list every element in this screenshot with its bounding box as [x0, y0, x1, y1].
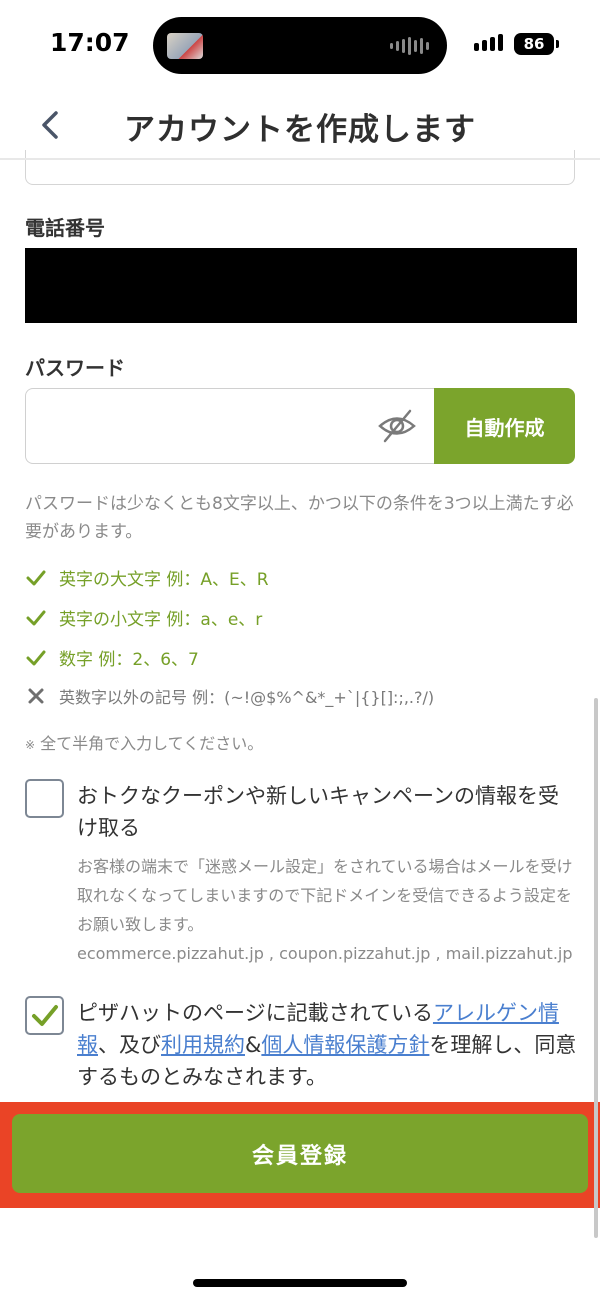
- allowed-domains: ecommerce.pizzahut.jp , coupon.pizzahut.…: [77, 944, 573, 963]
- password-hint: パスワードは少なくとも8文字以上、かつ以下の条件を3つ以上満たす必要があります。: [25, 494, 574, 542]
- note-mark: ※: [25, 738, 36, 752]
- agreement-text-mid2: &: [245, 1033, 262, 1057]
- rule-symbol: 英数字以外の記号 例：(~!@$%^&*_+`|{}[]:;,.?/): [25, 684, 434, 708]
- audio-waveform-icon: [390, 37, 429, 55]
- checkmark-icon: [32, 1005, 58, 1026]
- app-header: アカウントを作成します: [0, 90, 600, 160]
- rule-uppercase: 英字の大文字 例：A、E、R: [25, 565, 269, 590]
- scrollbar[interactable]: [594, 698, 598, 1238]
- password-label: パスワード: [25, 356, 125, 380]
- checkmark-icon: [25, 607, 47, 629]
- battery-cap: [556, 40, 559, 48]
- phone-input-redacted[interactable]: [25, 248, 577, 323]
- register-button[interactable]: 会員登録: [12, 1114, 588, 1193]
- spam-filter-text: お客様の端末で「迷惑メール設定」をされている場合はメールを受け取れなくなってしま…: [77, 857, 573, 934]
- terms-of-use-link[interactable]: 利用規約: [161, 1033, 245, 1057]
- status-bar: 17:07 86: [0, 0, 600, 90]
- header-divider: [0, 158, 600, 160]
- password-input[interactable]: [25, 388, 437, 464]
- agreement-text: ピザハットのページに記載されているアレルゲン情報、及び利用規約&個人情報保護方針…: [77, 997, 577, 1093]
- password-field-group: 自動作成: [25, 388, 575, 464]
- phone-label: 電話番号: [25, 216, 105, 240]
- halfwidth-note: ※ 全て半角で入力してください。: [25, 730, 263, 754]
- agreement-text-mid1: 、及び: [98, 1033, 161, 1057]
- cross-icon: [25, 685, 47, 707]
- cellular-signal-icon: [474, 34, 503, 51]
- page-title: アカウントを作成します: [124, 112, 476, 148]
- rule-text: 数字 例：2、6、7: [59, 650, 199, 670]
- agreement-text-before: ピザハットのページに記載されている: [77, 1001, 433, 1025]
- checkmark-icon: [25, 567, 47, 589]
- rule-text: 英数字以外の記号 例：(~!@$%^&*_+`|{}[]:;,.?/): [59, 688, 435, 707]
- status-time: 17:07: [50, 28, 130, 57]
- rule-lowercase: 英字の小文字 例：a、e、r: [25, 605, 262, 630]
- checkmark-icon: [25, 647, 47, 669]
- agreement-checkbox[interactable]: [25, 996, 64, 1035]
- rule-text: 英字の大文字 例：A、E、R: [59, 570, 269, 590]
- home-indicator[interactable]: [193, 1279, 407, 1287]
- battery-icon: 86: [514, 33, 554, 55]
- note-text: 全て半角で入力してください。: [40, 734, 264, 753]
- coupon-opt-in-label[interactable]: おトクなクーポンや新しいキャンペーンの情報を受け取る: [77, 780, 577, 844]
- eye-off-icon[interactable]: [377, 408, 417, 444]
- dynamic-island: [153, 17, 447, 74]
- rule-text: 英字の小文字 例：a、e、r: [59, 610, 263, 630]
- coupon-opt-in-checkbox[interactable]: [25, 779, 64, 818]
- privacy-policy-link[interactable]: 個人情報保護方針: [261, 1033, 429, 1057]
- now-playing-thumbnail: [167, 33, 203, 59]
- spam-filter-note: お客様の端末で「迷惑メール設定」をされている場合はメールを受け取れなくなってしま…: [77, 852, 575, 968]
- rule-digit: 数字 例：2、6、7: [25, 645, 199, 670]
- autogenerate-password-button[interactable]: 自動作成: [434, 388, 575, 464]
